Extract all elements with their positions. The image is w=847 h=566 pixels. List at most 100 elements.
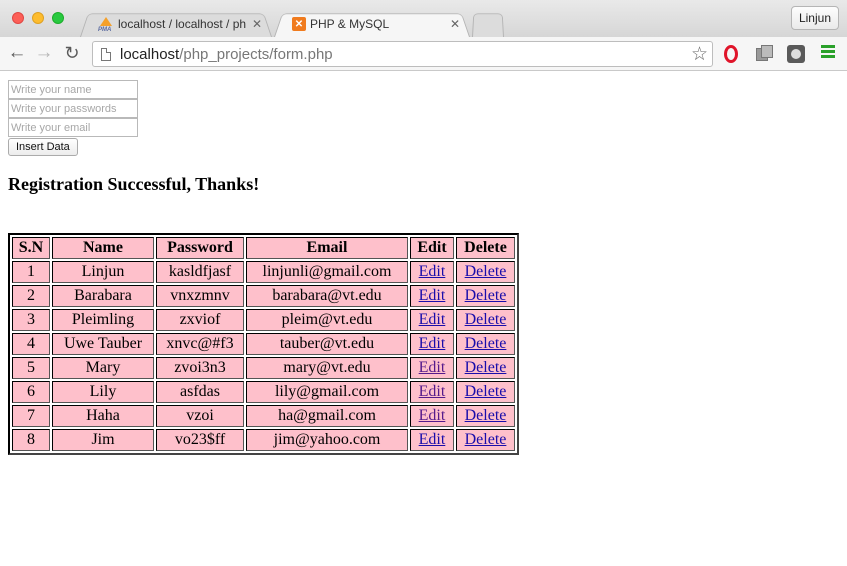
delete-link[interactable]: Delete: [465, 263, 507, 280]
cell-sn: 3: [12, 309, 50, 331]
close-tab-icon[interactable]: ✕: [450, 17, 460, 31]
edit-link[interactable]: Edit: [419, 263, 446, 280]
cell-email: tauber@vt.edu: [246, 333, 408, 355]
cell-edit: Edit: [410, 285, 454, 307]
close-window-button[interactable]: [12, 12, 24, 24]
table-row: 2 Barabara vnxzmnv barabara@vt.edu Edit …: [12, 285, 515, 307]
page-content: Insert Data Registration Successful, Tha…: [0, 71, 847, 566]
cell-edit: Edit: [410, 429, 454, 451]
header-password: Password: [156, 237, 244, 259]
page-icon: [101, 47, 111, 61]
delete-link[interactable]: Delete: [465, 383, 507, 400]
cell-password: vzoi: [156, 405, 244, 427]
cell-delete: Delete: [456, 309, 515, 331]
delete-link[interactable]: Delete: [465, 311, 507, 328]
tab-php-mysql[interactable]: ✕ PHP & MySQL ✕: [274, 11, 470, 37]
delete-link[interactable]: Delete: [465, 287, 507, 304]
profile-button[interactable]: Linjun: [790, 6, 839, 30]
tab-title: PHP & MySQL: [310, 17, 390, 31]
zoom-window-button[interactable]: [52, 12, 64, 24]
cell-password: kasldfjasf: [156, 261, 244, 283]
opera-icon[interactable]: [724, 45, 738, 63]
cell-delete: Delete: [456, 285, 515, 307]
cell-name: Mary: [52, 357, 154, 379]
cell-sn: 8: [12, 429, 50, 451]
reload-icon[interactable]: ↻: [61, 42, 83, 64]
window-titlebar: PMA localhost / localhost / php / ✕ ✕ PH…: [0, 0, 847, 37]
cell-sn: 6: [12, 381, 50, 403]
cell-edit: Edit: [410, 357, 454, 379]
cell-email: barabara@vt.edu: [246, 285, 408, 307]
url-text: localhost/php_projects/form.php: [120, 46, 333, 63]
edit-link[interactable]: Edit: [419, 359, 446, 376]
cell-name: Haha: [52, 405, 154, 427]
cell-name: Linjun: [52, 261, 154, 283]
cell-edit: Edit: [410, 309, 454, 331]
cell-email: pleim@vt.edu: [246, 309, 408, 331]
cell-name: Uwe Tauber: [52, 333, 154, 355]
cell-delete: Delete: [456, 405, 515, 427]
delete-link[interactable]: Delete: [465, 407, 507, 424]
cell-delete: Delete: [456, 333, 515, 355]
header-name: Name: [52, 237, 154, 259]
table-row: 6 Lily asfdas lily@gmail.com Edit Delete: [12, 381, 515, 403]
bookmark-star-icon[interactable]: ☆: [691, 43, 708, 66]
tab-phpmyadmin[interactable]: PMA localhost / localhost / php / ✕: [80, 11, 272, 37]
url-host: localhost: [120, 45, 180, 63]
new-tab-button[interactable]: [472, 11, 504, 37]
email-input[interactable]: [8, 118, 138, 137]
cell-sn: 2: [12, 285, 50, 307]
cell-password: vnxzmnv: [156, 285, 244, 307]
address-bar[interactable]: localhost/php_projects/form.php ☆: [92, 41, 713, 67]
forward-arrow-icon[interactable]: →: [33, 42, 55, 64]
cell-name: Jim: [52, 429, 154, 451]
cell-email: mary@vt.edu: [246, 357, 408, 379]
url-path: /php_projects/form.php: [179, 45, 333, 63]
cell-password: asfdas: [156, 381, 244, 403]
edit-link[interactable]: Edit: [419, 407, 446, 424]
table-row: 5 Mary zvoi3n3 mary@vt.edu Edit Delete: [12, 357, 515, 379]
edit-link[interactable]: Edit: [419, 287, 446, 304]
delete-link[interactable]: Delete: [465, 335, 507, 352]
table-header-row: S.N Name Password Email Edit Delete: [12, 237, 515, 259]
cell-sn: 7: [12, 405, 50, 427]
minimize-window-button[interactable]: [32, 12, 44, 24]
password-input[interactable]: [8, 99, 138, 118]
close-tab-icon[interactable]: ✕: [252, 17, 262, 31]
cell-delete: Delete: [456, 357, 515, 379]
edit-link[interactable]: Edit: [419, 335, 446, 352]
browser-toolbar: ← → ↻ localhost/php_projects/form.php ☆: [0, 37, 847, 71]
cell-edit: Edit: [410, 381, 454, 403]
cell-name: Lily: [52, 381, 154, 403]
table-row: 1 Linjun kasldfjasf linjunli@gmail.com E…: [12, 261, 515, 283]
xampp-icon: ✕: [292, 17, 306, 31]
edit-link[interactable]: Edit: [419, 431, 446, 448]
edit-link[interactable]: Edit: [419, 383, 446, 400]
delete-link[interactable]: Delete: [465, 431, 507, 448]
delete-link[interactable]: Delete: [465, 359, 507, 376]
tab-title: localhost / localhost / php /: [118, 17, 246, 31]
cell-email: ha@gmail.com: [246, 405, 408, 427]
extension-icon[interactable]: [787, 45, 805, 63]
cell-delete: Delete: [456, 261, 515, 283]
menu-icon[interactable]: [821, 45, 835, 63]
cell-sn: 1: [12, 261, 50, 283]
table-row: 8 Jim vo23$ff jim@yahoo.com Edit Delete: [12, 429, 515, 451]
table-row: 3 Pleimling zxviof pleim@vt.edu Edit Del…: [12, 309, 515, 331]
cell-email: linjunli@gmail.com: [246, 261, 408, 283]
back-arrow-icon[interactable]: ←: [6, 42, 28, 64]
cell-email: lily@gmail.com: [246, 381, 408, 403]
copy-extension-icon[interactable]: [756, 45, 774, 63]
cell-email: jim@yahoo.com: [246, 429, 408, 451]
name-input[interactable]: [8, 80, 138, 99]
cell-sn: 5: [12, 357, 50, 379]
cell-edit: Edit: [410, 333, 454, 355]
edit-link[interactable]: Edit: [419, 311, 446, 328]
phpmyadmin-icon: PMA: [98, 17, 114, 33]
insert-data-button[interactable]: Insert Data: [8, 138, 78, 156]
cell-password: vo23$ff: [156, 429, 244, 451]
header-edit: Edit: [410, 237, 454, 259]
cell-password: zvoi3n3: [156, 357, 244, 379]
header-email: Email: [246, 237, 408, 259]
users-table: S.N Name Password Email Edit Delete 1 Li…: [8, 233, 519, 455]
